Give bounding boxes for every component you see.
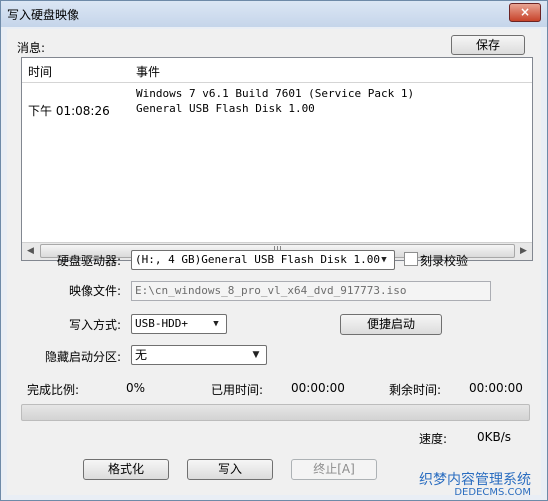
dialog-body: 消息: 保存 时间 事件 Windows 7 v6.1 Build 7601 (… — [7, 29, 541, 498]
scroll-right-icon[interactable]: ▶ — [515, 243, 532, 260]
image-file-field[interactable]: E:\cn_windows_8_pro_vl_x64_dvd_917773.is… — [131, 281, 491, 301]
close-button[interactable]: × — [509, 3, 541, 22]
hidden-partition-value: 无 — [135, 348, 148, 362]
write-mode-label: 写入方式: — [69, 318, 122, 332]
progress-bar — [21, 404, 530, 421]
watermark-url: DEDECMS.COM — [454, 487, 531, 498]
log-event-0: Windows 7 v6.1 Build 7601 (Service Pack … — [136, 87, 415, 100]
verify-checkbox[interactable] — [404, 252, 418, 266]
drive-select[interactable]: (H:, 4 GB)General USB Flash Disk 1.00 ▼ — [131, 250, 395, 270]
log-time-1: 下午 01:08:26 — [28, 104, 110, 118]
log-event-1: General USB Flash Disk 1.00 — [136, 102, 315, 115]
speed-value: 0KB/s — [477, 430, 512, 444]
completed-value: 0% — [126, 381, 146, 395]
log-list[interactable]: 时间 事件 Windows 7 v6.1 Build 7601 (Service… — [21, 57, 533, 261]
chevron-down-icon: ▼ — [381, 255, 387, 265]
messages-label: 消息: — [17, 41, 46, 55]
write-mode-value: USB-HDD+ — [135, 317, 188, 330]
dialog-window: 写入硬盘映像 × 消息: 保存 时间 事件 Windows 7 v6.1 Bui… — [0, 0, 548, 501]
elapsed-value: 00:00:00 — [291, 381, 345, 395]
window-title: 写入硬盘映像 — [7, 8, 80, 22]
title-bar[interactable]: 写入硬盘映像 × — [1, 1, 547, 27]
format-button[interactable]: 格式化 — [83, 459, 169, 480]
watermark-text: 织梦内容管理系统 — [419, 472, 531, 488]
image-file-label: 映像文件: — [69, 284, 122, 298]
log-col-time[interactable]: 时间 — [28, 63, 52, 80]
abort-button[interactable]: 终止[A] — [291, 459, 377, 480]
elapsed-label: 已用时间: — [211, 383, 264, 397]
write-mode-select[interactable]: USB-HDD+ ▼ — [131, 314, 227, 334]
remaining-label: 剩余时间: — [389, 383, 442, 397]
quick-boot-button[interactable]: 便捷启动 — [340, 314, 442, 335]
drive-label: 硬盘驱动器: — [57, 254, 122, 268]
remaining-value: 00:00:00 — [469, 381, 523, 395]
log-col-event[interactable]: 事件 — [136, 63, 160, 80]
hidden-partition-label: 隐藏启动分区: — [45, 350, 122, 364]
hidden-partition-select[interactable]: 无 ▼ — [131, 345, 267, 365]
scroll-left-icon[interactable]: ◀ — [22, 243, 39, 260]
speed-label: 速度: — [419, 432, 448, 446]
verify-label: 刻录校验 — [420, 254, 469, 268]
save-button[interactable]: 保存 — [451, 35, 525, 55]
write-button[interactable]: 写入 — [187, 459, 273, 480]
drive-select-value: (H:, 4 GB)General USB Flash Disk 1.00 — [135, 253, 381, 266]
log-header: 时间 事件 — [22, 58, 532, 83]
chevron-down-icon: ▼ — [213, 319, 219, 329]
chevron-down-icon: ▼ — [252, 350, 260, 360]
completed-label: 完成比例: — [27, 383, 80, 397]
